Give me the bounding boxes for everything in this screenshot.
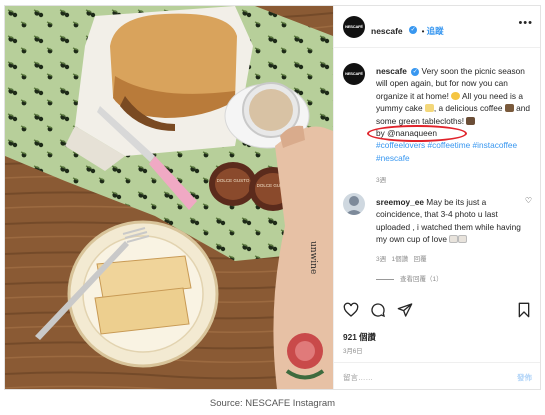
post-comment-button[interactable]: 發佈 (517, 372, 532, 383)
comment: sreemoy_ee May be its just a coincidence… (376, 196, 526, 246)
view-replies[interactable]: 查看回覆（1） (376, 273, 443, 283)
commenter-avatar[interactable] (343, 193, 365, 215)
capsule-label-1: DOLCE GUSTO (217, 178, 250, 183)
post-header: NESCAFÉ nescafe ✓ • 追蹤 ••• (334, 6, 540, 48)
header-user: nescafe ✓ • 追蹤 (371, 25, 444, 36)
commenter-avatar-image (345, 196, 363, 215)
account-username[interactable]: nescafe (371, 26, 403, 36)
cake-emoji-icon (424, 104, 434, 113)
caption-hashtags[interactable]: #coffeelovers #coffeetime #instacoffee #… (376, 140, 517, 162)
annotation-circle (367, 125, 467, 142)
caption-line-3: , a delicious coffee (433, 103, 503, 114)
comment-like-heart-icon[interactable]: ♡ (525, 196, 532, 205)
verified-badge-icon: ✓ (411, 67, 420, 76)
picnic-coffee-photo: DOLCE GUSTO DOLCE GUSTO unwine (5, 6, 333, 389)
smile-emoji-icon (451, 91, 461, 100)
replies-divider (376, 278, 394, 280)
commenter-username[interactable]: sreemoy_ee (376, 197, 424, 207)
source-caption: Source: NESCAFE Instagram (209, 398, 336, 409)
comment-likes[interactable]: 1個讚 (392, 256, 409, 263)
reply-button[interactable]: 回覆 (414, 256, 427, 263)
comment-meta: 3週 1個讚 回覆 (376, 253, 427, 263)
post-side-panel: NESCAFÉ nescafe ✓ • 追蹤 ••• NESCAFÉ nesca… (333, 6, 540, 389)
caption-username[interactable]: nescafe (376, 66, 407, 76)
instagram-post-embed: DOLCE GUSTO DOLCE GUSTO unwine NESCAFÉ n… (4, 5, 541, 390)
caption-time: 3週 (376, 177, 387, 184)
mug-emoji-icon (458, 235, 468, 244)
add-comment-bar: 留言…… 發佈 (334, 362, 540, 389)
coffee-emoji-icon (504, 104, 514, 113)
follow-button[interactable]: 追蹤 (427, 26, 444, 36)
mug-emoji-icon (449, 235, 459, 244)
comment-time: 3週 (376, 256, 387, 263)
view-replies-label[interactable]: 查看回覆（1） (400, 276, 443, 283)
comment-icon[interactable] (370, 302, 386, 318)
more-options-icon[interactable]: ••• (518, 17, 533, 29)
verified-badge-icon: ✓ (409, 25, 418, 34)
like-count[interactable]: 921 個讚 (343, 331, 376, 343)
post-photo[interactable]: DOLCE GUSTO DOLCE GUSTO unwine (5, 6, 333, 389)
tattoo-script: unwine (308, 241, 318, 274)
comment-input[interactable]: 留言…… (343, 372, 373, 383)
post-caption: nescafe ✓ Very soon the picnic season wi… (376, 65, 536, 164)
share-icon[interactable] (397, 302, 413, 318)
caption-avatar[interactable]: NESCAFÉ (343, 63, 365, 85)
post-date: 3月6日 (343, 348, 363, 355)
table-emoji-icon (466, 116, 476, 125)
heart-icon[interactable] (343, 302, 359, 318)
bookmark-icon[interactable] (516, 302, 532, 318)
action-bar (334, 302, 540, 324)
account-avatar[interactable]: NESCAFÉ (343, 16, 365, 38)
